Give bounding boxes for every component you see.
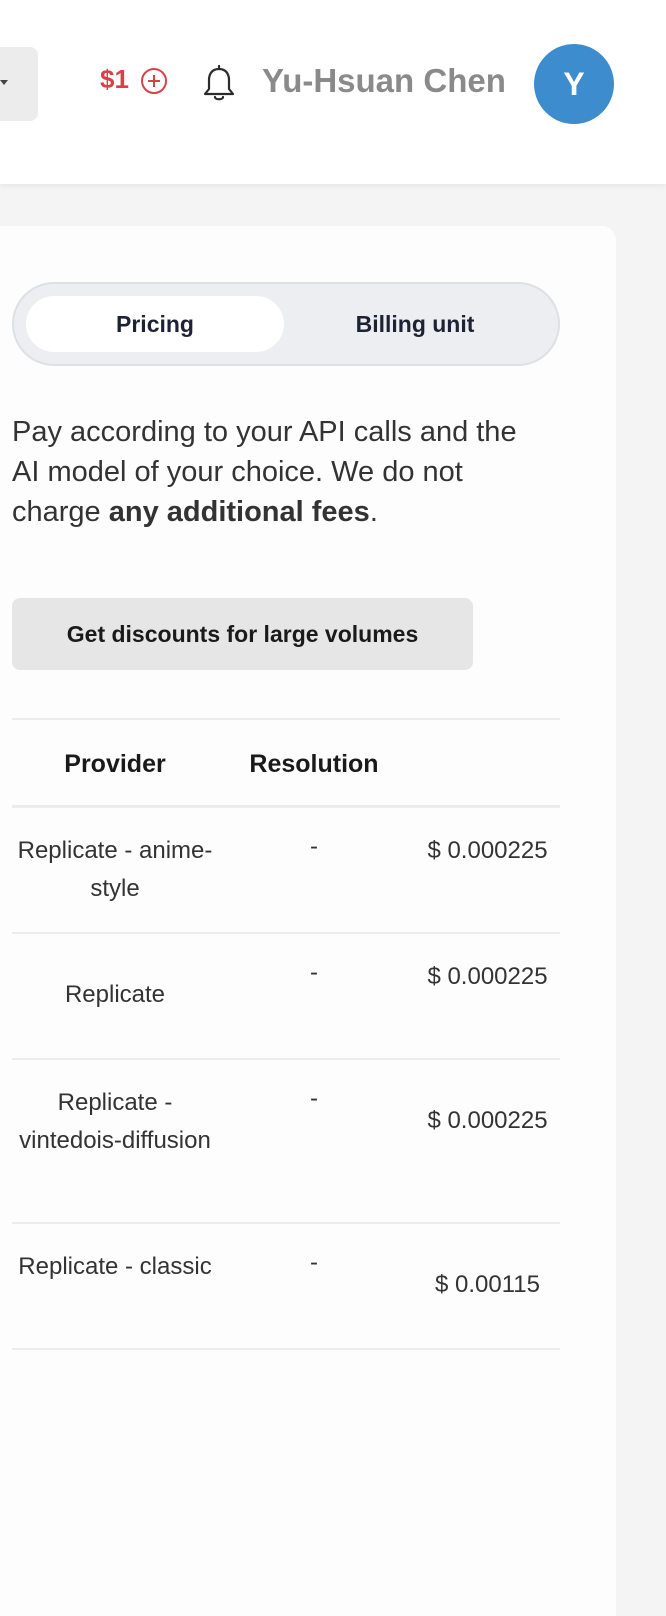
plus-circle-icon[interactable]: [141, 68, 167, 94]
cell-provider: Replicate - anime-style: [17, 837, 213, 902]
avatar[interactable]: Y: [534, 44, 614, 124]
cell-provider: Replicate: [64, 981, 166, 1008]
cell-resolution: -: [310, 959, 318, 986]
table-row: Replicate - $ 0.000225: [12, 934, 560, 1060]
column-header-provider: Provider: [64, 749, 166, 778]
user-name[interactable]: Yu-Hsuan Chen: [262, 62, 506, 100]
cell-resolution: -: [310, 833, 318, 860]
top-header: $1 Yu-Hsuan Chen Y: [0, 0, 666, 184]
cell-price: $ 0.000225: [427, 837, 548, 864]
chevron-down-icon: [0, 80, 8, 85]
description-emphasis: any additional fees: [108, 496, 370, 528]
table-header: Provider Resolution: [12, 718, 560, 808]
bell-icon[interactable]: [202, 64, 236, 104]
pricing-table: Provider Resolution Replicate - anime-st…: [12, 718, 560, 1350]
cell-price: $ 0.00115: [435, 1271, 540, 1298]
table-row: Replicate - classic - $ 0.00115: [12, 1224, 560, 1350]
column-header-resolution: Resolution: [249, 749, 379, 778]
cell-price: $ 0.000225: [427, 963, 548, 990]
table-row: Replicate - anime-style - $ 0.000225: [12, 808, 560, 934]
cell-provider: Replicate - vintedois-diffusion: [19, 1089, 211, 1154]
avatar-initial: Y: [563, 65, 585, 102]
pricing-tab-toggle: Pricing Billing unit: [12, 282, 560, 366]
table-row: Replicate - vintedois-diffusion - $ 0.00…: [12, 1060, 560, 1224]
tab-pricing[interactable]: Pricing: [26, 296, 284, 352]
pricing-description: Pay according to your API calls and the …: [12, 412, 532, 532]
cell-resolution: -: [310, 1249, 318, 1276]
column-header-price: [410, 720, 565, 808]
cell-resolution: -: [310, 1085, 318, 1112]
balance-amount[interactable]: $1: [100, 64, 129, 95]
description-suffix: .: [369, 496, 378, 528]
cell-provider: Replicate - classic: [18, 1253, 212, 1280]
cell-price: $ 0.000225: [427, 1107, 548, 1134]
get-discounts-button[interactable]: Get discounts for large volumes: [12, 598, 473, 670]
tab-billing-unit[interactable]: Billing unit: [286, 296, 544, 352]
